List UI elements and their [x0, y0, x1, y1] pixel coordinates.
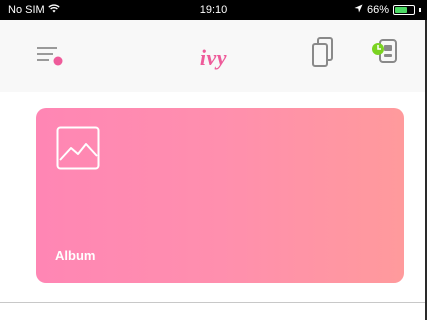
status-bar: No SIM 19:10 66% [0, 0, 427, 20]
battery-percent: 66% [366, 4, 389, 16]
printer-connect-icon [372, 39, 397, 63]
image-icon [56, 126, 100, 170]
battery-icon [393, 5, 415, 15]
divider [0, 302, 427, 303]
album-card[interactable]: Album [36, 108, 404, 283]
battery-cap [419, 8, 421, 12]
printer-connect-button[interactable] [370, 36, 404, 68]
status-right: 66% [354, 4, 421, 16]
battery-fill [395, 7, 407, 13]
nav-bar: ivy [0, 20, 427, 92]
app-logo: ivy [199, 45, 228, 70]
copy-icon [312, 37, 333, 67]
album-label: Album [55, 248, 96, 263]
copy-button[interactable] [310, 36, 336, 70]
location-arrow-icon [354, 4, 363, 16]
